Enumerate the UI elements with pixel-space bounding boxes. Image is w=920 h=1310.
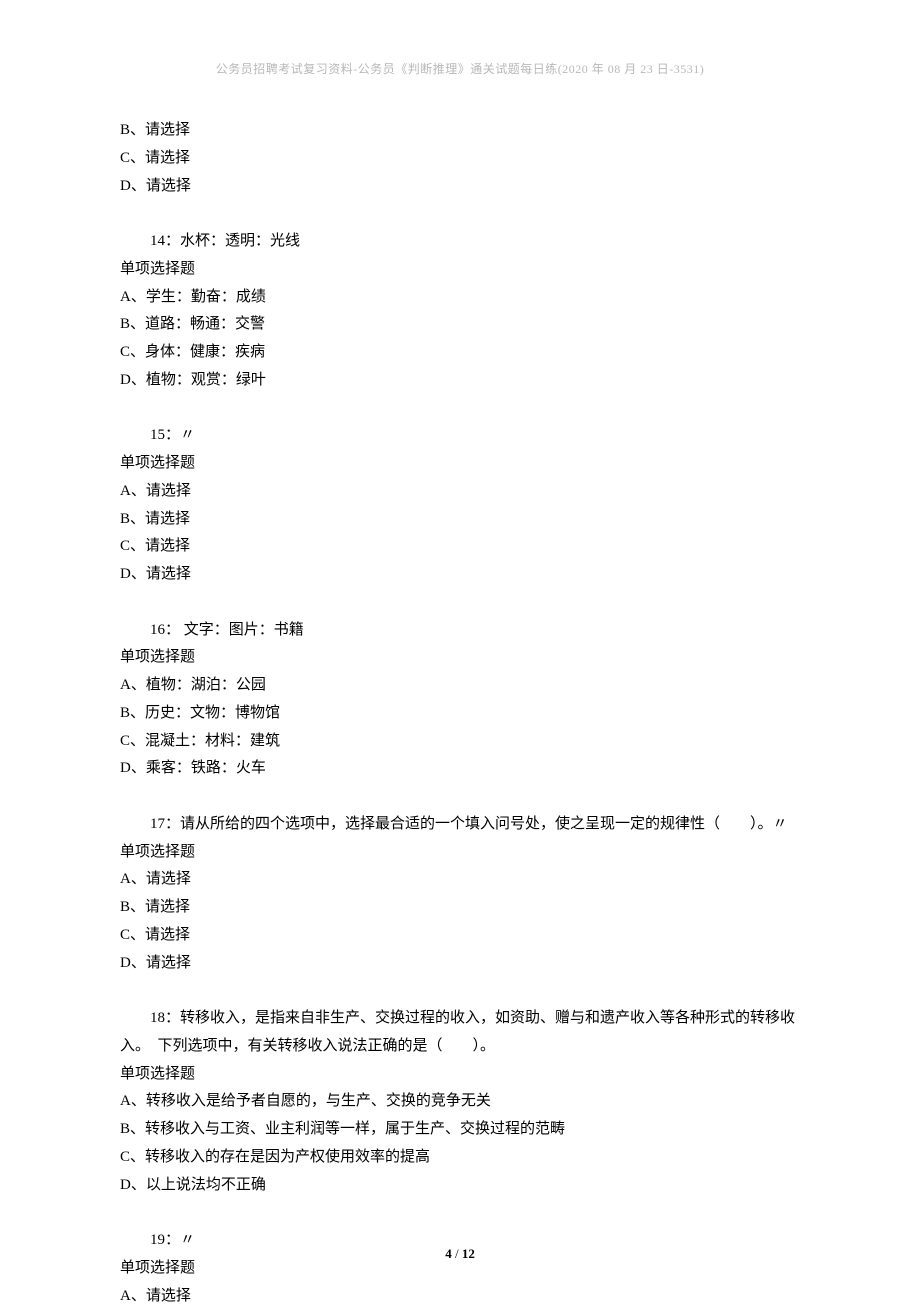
option: A、植物：湖泊：公园 bbox=[120, 672, 800, 700]
option: B、历史：文物：博物馆 bbox=[120, 700, 800, 728]
option: A、转移收入是给予者自愿的，与生产、交换的竞争无关 bbox=[120, 1088, 800, 1116]
option: C、请选择 bbox=[120, 533, 800, 561]
option: D、请选择 bbox=[120, 561, 800, 589]
page-header: 公务员招聘考试复习资料-公务员《判断推理》通关试题每日练(2020 年 08 月… bbox=[120, 60, 800, 77]
option: B、转移收入与工资、业主利润等一样，属于生产、交换过程的范畴 bbox=[120, 1116, 800, 1144]
option: C、请选择 bbox=[120, 145, 800, 173]
page-number-sep: / bbox=[452, 1246, 462, 1261]
page-footer: 4 / 12 bbox=[0, 1246, 920, 1262]
question-stem: 16： 文字：图片：书籍 bbox=[120, 617, 800, 645]
option: A、请选择 bbox=[120, 478, 800, 506]
page-container: 公务员招聘考试复习资料-公务员《判断推理》通关试题每日练(2020 年 08 月… bbox=[0, 0, 920, 1302]
question-type: 单项选择题 bbox=[120, 839, 800, 867]
question-stem: 17：请从所给的四个选项中，选择最合适的一个填入问号处，使之呈现一定的规律性（ … bbox=[120, 811, 800, 839]
question-stem: 18：转移收入，是指来自非生产、交换过程的收入，如资助、赠与和遗产收入等各种形式… bbox=[120, 1005, 800, 1061]
option: B、道路：畅通：交警 bbox=[120, 311, 800, 339]
option: D、请选择 bbox=[120, 950, 800, 978]
option: C、转移收入的存在是因为产权使用效率的提高 bbox=[120, 1144, 800, 1172]
option: B、请选择 bbox=[120, 506, 800, 534]
option: D、乘客：铁路：火车 bbox=[120, 755, 800, 783]
spacer bbox=[120, 783, 800, 811]
option: C、混凝土：材料：建筑 bbox=[120, 728, 800, 756]
option: A、请选择 bbox=[120, 866, 800, 894]
spacer bbox=[120, 395, 800, 423]
question-stem: 15：〃 bbox=[120, 422, 800, 450]
question-type: 单项选择题 bbox=[120, 644, 800, 672]
question-type: 单项选择题 bbox=[120, 1061, 800, 1089]
option: D、植物：观赏：绿叶 bbox=[120, 367, 800, 395]
option: D、以上说法均不正确 bbox=[120, 1172, 800, 1200]
question-type: 单项选择题 bbox=[120, 256, 800, 284]
body-text: B、请选择 C、请选择 D、请选择 14：水杯：透明：光线 单项选择题 A、学生… bbox=[120, 117, 800, 1310]
page-number-total: 12 bbox=[462, 1246, 475, 1261]
option: B、请选择 bbox=[120, 894, 800, 922]
option: B、请选择 bbox=[120, 117, 800, 145]
question-stem: 14：水杯：透明：光线 bbox=[120, 228, 800, 256]
option: A、请选择 bbox=[120, 1283, 800, 1310]
question-type: 单项选择题 bbox=[120, 450, 800, 478]
option: D、请选择 bbox=[120, 173, 800, 201]
spacer bbox=[120, 589, 800, 617]
spacer bbox=[120, 200, 800, 228]
option: C、请选择 bbox=[120, 922, 800, 950]
spacer bbox=[120, 977, 800, 1005]
option: C、身体：健康：疾病 bbox=[120, 339, 800, 367]
option: A、学生：勤奋：成绩 bbox=[120, 284, 800, 312]
spacer bbox=[120, 1199, 800, 1227]
